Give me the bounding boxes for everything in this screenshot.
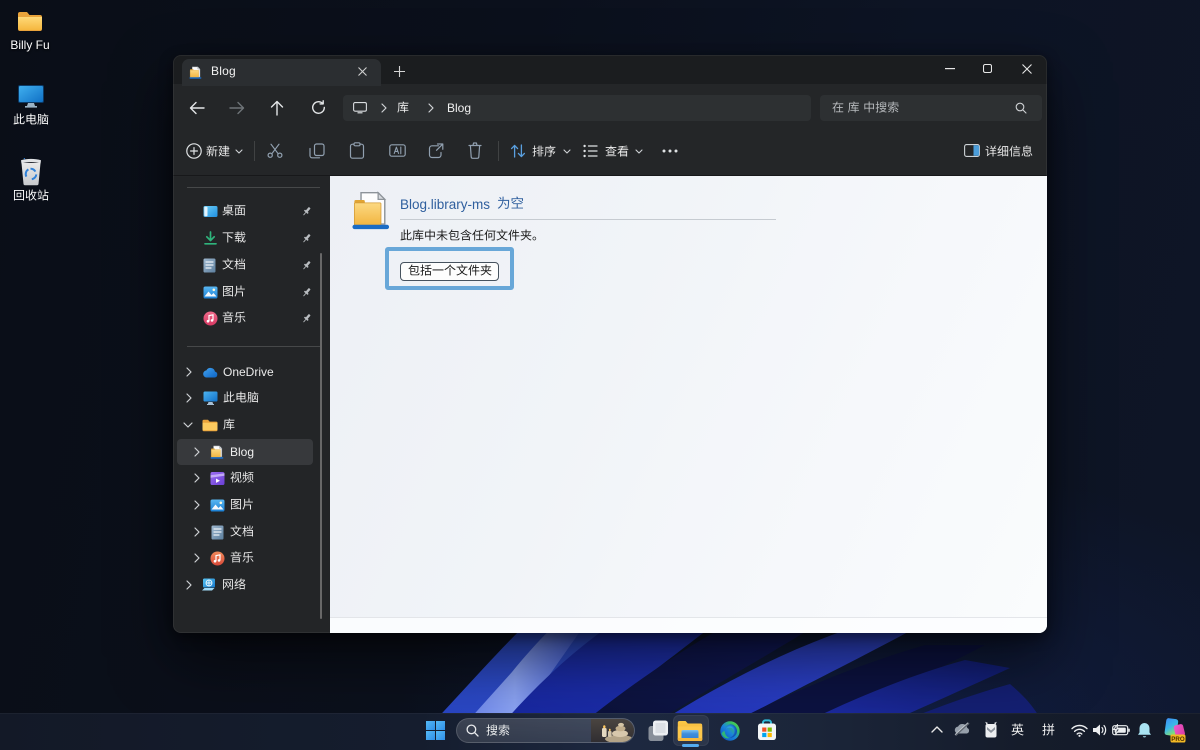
svg-text:PRO: PRO bbox=[1171, 736, 1185, 743]
